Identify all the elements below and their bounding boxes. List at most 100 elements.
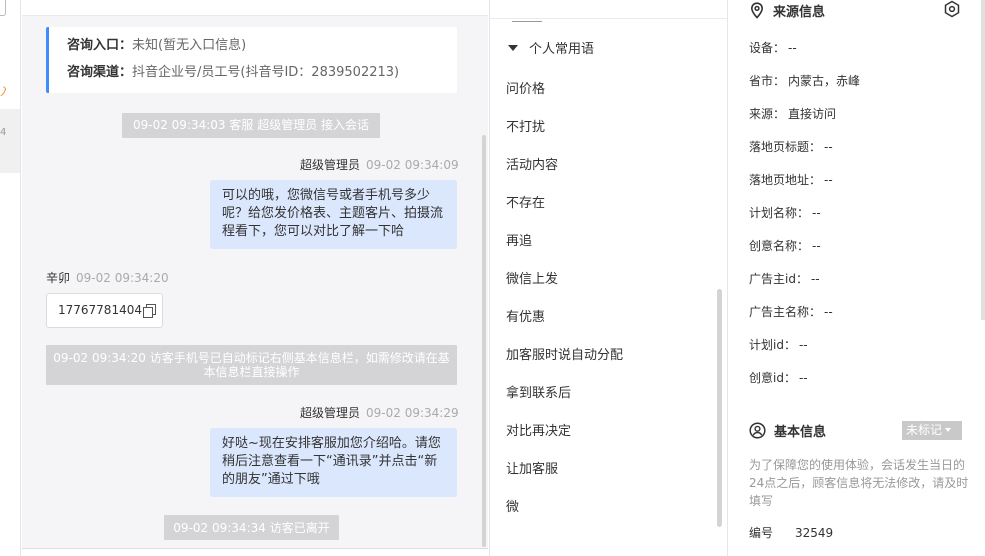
chat-input-area-edge bbox=[22, 548, 488, 556]
agent-message-bubble: 好哒~现在安排客服加您介绍哈。请您稍后注意查看一下“通讯录”并点击“新的朋友”通… bbox=[210, 428, 457, 497]
basic-info-title: 基本信息 bbox=[774, 425, 827, 440]
field-value: -- bbox=[824, 140, 833, 154]
field-label: 落地页标题： bbox=[749, 140, 822, 154]
field-label: 创意名称： bbox=[749, 239, 810, 253]
field-label: 落地页地址： bbox=[749, 173, 822, 187]
phrase-item[interactable]: 微信上发 bbox=[506, 262, 623, 300]
location-pin-icon bbox=[750, 2, 764, 19]
phrase-item[interactable]: 微 bbox=[506, 490, 623, 528]
phrase-item[interactable]: 对比再决定 bbox=[506, 414, 623, 452]
visitor-name: 辛卯 bbox=[46, 271, 71, 285]
field-label: 创意id： bbox=[749, 371, 796, 385]
message-time: 09-02 09:34:20 bbox=[76, 271, 169, 285]
phrase-item[interactable]: 让加客服 bbox=[506, 452, 623, 490]
chat-topbar bbox=[22, 0, 488, 16]
tag-select-dropdown[interactable]: 未标记 bbox=[902, 421, 962, 440]
visitor-message-meta: 辛卯 09-02 09:34:20 bbox=[46, 269, 169, 286]
field-value: -- bbox=[812, 206, 821, 220]
system-message-phone-marked: 09-02 09:34:20 访客手机号已自动标记右侧基本信息栏，如需修改请在基… bbox=[46, 345, 457, 385]
sidebar-fragment bbox=[0, 0, 6, 16]
source-row: 来源： 直接访问 bbox=[749, 104, 860, 137]
customer-info-panel: 来源信息 设备： -- 省市： 内蒙古，赤峰 来源： 直接访问 落地页标题： -- 落地… bbox=[729, 0, 985, 556]
message-time: 09-02 09:34:29 bbox=[366, 406, 459, 420]
agent-name: 超级管理员 bbox=[300, 406, 361, 420]
tab-fragment bbox=[512, 12, 542, 22]
agent-message-bubble: 可以的哦，您微信号或者手机号多少呢？给您发价格表、主题客片、拍摄流程看下，您可以… bbox=[210, 180, 457, 249]
left-sidebar-strip: 入 4 bbox=[0, 0, 21, 556]
phrase-list: 问价格 不打扰 活动内容 不存在 再追 微信上发 有优惠 加客服时说自动分配 拿… bbox=[506, 72, 623, 528]
field-label: 省市： bbox=[749, 74, 786, 88]
copy-icon[interactable] bbox=[142, 304, 156, 318]
entrance-value: 未知(暂无入口信息) bbox=[132, 38, 247, 53]
field-label: 广告主名称： bbox=[749, 305, 822, 319]
phrase-item[interactable]: 不存在 bbox=[506, 186, 623, 224]
basic-info-header: 基本信息 bbox=[749, 421, 826, 440]
code-value: 32549 bbox=[795, 526, 834, 540]
entrance-label: 咨询入口： bbox=[67, 38, 133, 53]
channel-row: 咨询渠道：抖音企业号/员工号(抖音号ID：2839502213) bbox=[67, 64, 457, 91]
sidebar-number-fragment: 4 bbox=[0, 127, 7, 138]
info-panel-scrollbar[interactable] bbox=[981, 0, 985, 320]
phrase-group-header[interactable]: 个人常用语 bbox=[508, 38, 594, 57]
tag-select-value: 未标记 bbox=[906, 423, 943, 437]
field-label: 来源： bbox=[749, 107, 786, 121]
channel-value: 抖音企业号/员工号(抖音号ID：2839502213) bbox=[132, 65, 400, 80]
consult-entry-card: 咨询入口：未知(暂无入口信息) 咨询渠道：抖音企业号/员工号(抖音号ID：283… bbox=[46, 27, 457, 93]
field-label: 计划名称： bbox=[749, 206, 810, 220]
phrase-item[interactable]: 活动内容 bbox=[506, 148, 623, 186]
source-row: 计划id： -- bbox=[749, 335, 860, 368]
phrase-item[interactable]: 加客服时说自动分配 bbox=[506, 338, 623, 376]
field-value: -- bbox=[798, 371, 808, 385]
field-value: 内蒙古，赤峰 bbox=[788, 74, 861, 88]
divider bbox=[490, 18, 727, 22]
visitor-phone-bubble: 17767781404 bbox=[46, 293, 163, 328]
chat-panel: 咨询入口：未知(暂无入口信息) 咨询渠道：抖音企业号/员工号(抖音号ID：283… bbox=[22, 0, 488, 556]
system-message-agent-join: 09-02 09:34:03 客服 超级管理员 接入会话 bbox=[122, 113, 380, 138]
agent-message-meta: 超级管理员 09-02 09:34:29 bbox=[300, 404, 459, 421]
phrase-item[interactable]: 有优惠 bbox=[506, 300, 623, 338]
field-value: 直接访问 bbox=[788, 107, 837, 121]
source-info-header: 来源信息 bbox=[749, 1, 825, 20]
field-label: 计划id： bbox=[749, 338, 796, 352]
phrase-item[interactable]: 问价格 bbox=[506, 72, 623, 110]
source-row: 落地页标题： -- bbox=[749, 137, 860, 170]
sidebar-orange-glyph: 入 bbox=[0, 86, 6, 98]
source-row: 落地页地址： -- bbox=[749, 170, 860, 203]
source-row: 广告主名称： -- bbox=[749, 302, 860, 335]
field-value: -- bbox=[788, 41, 797, 55]
customer-code-row: 编号 32549 bbox=[749, 524, 833, 541]
agent-message-meta: 超级管理员 09-02 09:34:09 bbox=[300, 156, 459, 173]
phrases-scrollbar[interactable] bbox=[717, 289, 722, 527]
channel-label: 咨询渠道： bbox=[67, 65, 133, 80]
visitor-phone-number: 17767781404 bbox=[58, 303, 142, 317]
quick-phrases-panel: 个人常用语 问价格 不打扰 活动内容 不存在 再追 微信上发 有优惠 加客服时说… bbox=[489, 0, 728, 556]
phrase-item[interactable]: 拿到联系后 bbox=[506, 376, 623, 414]
phrase-group-title: 个人常用语 bbox=[529, 42, 595, 57]
edit-deadline-notice: 为了保障您的使用体验，会话发生当日的24点之后，顾客信息将无法修改，请及时填写 bbox=[749, 458, 969, 508]
source-row: 广告主id： -- bbox=[749, 269, 860, 302]
field-label: 设备： bbox=[749, 41, 786, 55]
source-row: 计划名称： -- bbox=[749, 203, 860, 236]
source-row: 创意id： -- bbox=[749, 368, 860, 401]
chat-scrollbar[interactable] bbox=[482, 135, 486, 547]
system-message-visitor-left: 09-02 09:34:34 访客已离开 bbox=[164, 515, 339, 540]
field-value: -- bbox=[810, 272, 820, 286]
chevron-down-icon bbox=[945, 428, 952, 432]
entrance-row: 咨询入口：未知(暂无入口信息) bbox=[67, 37, 457, 64]
caret-down-icon bbox=[508, 45, 518, 51]
field-value: -- bbox=[824, 305, 833, 319]
source-row: 省市： 内蒙古，赤峰 bbox=[749, 71, 860, 104]
field-value: -- bbox=[798, 338, 808, 352]
phrase-item[interactable]: 再追 bbox=[506, 224, 623, 262]
field-value: -- bbox=[824, 173, 833, 187]
phrase-item[interactable]: 不打扰 bbox=[506, 110, 623, 148]
code-label: 编号 bbox=[749, 526, 774, 540]
agent-name: 超级管理员 bbox=[300, 158, 361, 172]
source-info-list: 设备： -- 省市： 内蒙古，赤峰 来源： 直接访问 落地页标题： -- 落地页地址： -… bbox=[749, 38, 860, 401]
sidebar-selected-item[interactable] bbox=[0, 109, 20, 173]
source-row: 创意名称： -- bbox=[749, 236, 860, 269]
user-circle-icon bbox=[749, 422, 766, 439]
settings-gear-icon[interactable] bbox=[943, 0, 961, 18]
source-row: 设备： -- bbox=[749, 38, 860, 71]
field-label: 广告主id： bbox=[749, 272, 808, 286]
